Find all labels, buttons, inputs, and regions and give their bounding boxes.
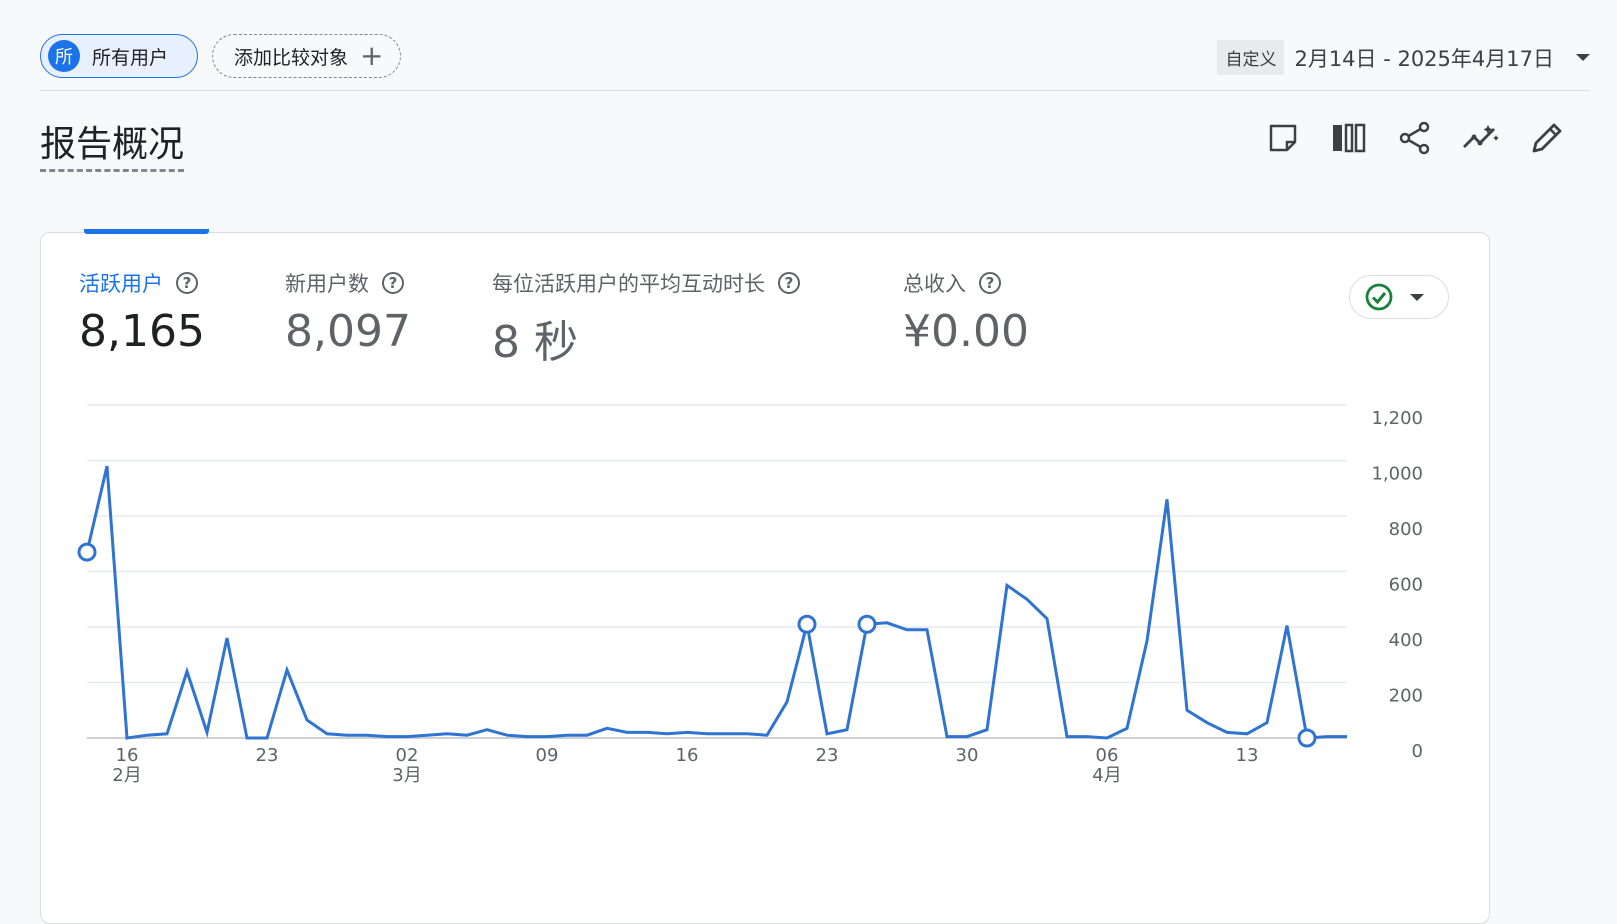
data-quality-button[interactable] bbox=[1349, 275, 1449, 319]
y-tick-label: 400 bbox=[1389, 630, 1423, 651]
metric-value: 8,165 bbox=[79, 306, 205, 357]
help-icon[interactable]: ? bbox=[979, 272, 1001, 294]
x-tick-label: 30 bbox=[956, 745, 979, 766]
y-tick-label: 1,000 bbox=[1371, 464, 1423, 485]
help-icon[interactable]: ? bbox=[778, 272, 800, 294]
data-point-marker bbox=[857, 614, 877, 634]
y-tick-label: 1,200 bbox=[1371, 408, 1423, 429]
x-tick-label: 02 bbox=[396, 745, 419, 766]
y-tick-label: 0 bbox=[1412, 741, 1423, 762]
chevron-down-icon bbox=[1410, 293, 1424, 301]
series-line-active-users bbox=[85, 465, 1328, 740]
x-tick-label: 13 bbox=[1236, 745, 1259, 766]
active-users-chart: 1,2001,0008006004002000162月23 023月09 16 23 3… bbox=[77, 404, 1423, 786]
x-tick-label: 09 bbox=[536, 745, 559, 766]
date-range-picker[interactable]: 自定义 2月14日 - 2025年4月17日 bbox=[1217, 40, 1590, 75]
metric-value: 8,097 bbox=[285, 306, 411, 357]
metric-total-revenue[interactable]: 总收入? ¥0.00 bbox=[903, 268, 1029, 357]
chevron-down-icon bbox=[1576, 54, 1590, 61]
all-users-chip[interactable]: 所 所有用户 bbox=[40, 34, 198, 78]
metric-new-users[interactable]: 新用户数? 8,097 bbox=[285, 268, 411, 357]
metric-value: ¥0.00 bbox=[903, 306, 1029, 357]
action-toolbar bbox=[1263, 118, 1567, 158]
x-tick-label: 23 bbox=[256, 745, 279, 766]
segment-avatar: 所 bbox=[48, 40, 80, 72]
x-tick-label: 06 bbox=[1096, 745, 1119, 766]
metric-label: 新用户数 bbox=[285, 272, 369, 296]
y-tick-label: 200 bbox=[1389, 686, 1423, 707]
data-point-marker bbox=[797, 614, 817, 634]
insights-icon[interactable] bbox=[1461, 118, 1501, 158]
x-tick-label: 16 bbox=[676, 745, 699, 766]
share-icon[interactable] bbox=[1395, 118, 1435, 158]
metric-label: 每位活跃用户的平均互动时长 bbox=[492, 272, 765, 296]
date-range-text: 2月14日 - 2025年4月17日 bbox=[1294, 46, 1554, 71]
metric-label: 活跃用户 bbox=[79, 272, 163, 296]
data-point-marker bbox=[1297, 728, 1317, 748]
y-tick-label: 600 bbox=[1389, 575, 1423, 596]
edit-icon[interactable] bbox=[1527, 118, 1567, 158]
compare-columns-icon[interactable] bbox=[1329, 118, 1369, 158]
y-tick-label: 800 bbox=[1389, 519, 1423, 540]
filter-bar: 所 所有用户 添加比较对象 + 自定义 2月14日 - 2025年4月17日 bbox=[40, 34, 1590, 91]
metric-label: 总收入 bbox=[903, 272, 966, 296]
add-comparison-label: 添加比较对象 bbox=[234, 46, 349, 69]
active-tab-indicator bbox=[84, 229, 209, 234]
check-circle-icon bbox=[1365, 283, 1393, 311]
metric-avg-engagement[interactable]: 每位活跃用户的平均互动时长? 8 秒 bbox=[492, 268, 800, 370]
x-tick-label: 23 bbox=[816, 745, 839, 766]
x-tick-month-label: 2月 bbox=[112, 765, 141, 786]
x-tick-label: 16 bbox=[116, 745, 139, 766]
page-title: 报告概况 bbox=[40, 115, 185, 172]
help-icon[interactable]: ? bbox=[382, 272, 404, 294]
x-tick-month-label: 4月 bbox=[1092, 765, 1121, 786]
x-tick-month-label: 3月 bbox=[392, 765, 421, 786]
help-icon[interactable]: ? bbox=[176, 272, 198, 294]
overview-card: 活跃用户? 8,165 新用户数? 8,097 每位活跃用户的平均互动时长? 8… bbox=[40, 229, 1490, 924]
add-comparison-chip[interactable]: 添加比较对象 + bbox=[212, 34, 401, 78]
plus-icon: + bbox=[360, 39, 384, 72]
note-icon[interactable] bbox=[1263, 118, 1303, 158]
data-point-marker bbox=[77, 542, 97, 562]
date-range-tag: 自定义 bbox=[1217, 40, 1285, 75]
metric-active-users[interactable]: 活跃用户? 8,165 bbox=[79, 268, 205, 357]
metric-value: 8 秒 bbox=[492, 317, 578, 368]
all-users-label: 所有用户 bbox=[92, 46, 169, 69]
